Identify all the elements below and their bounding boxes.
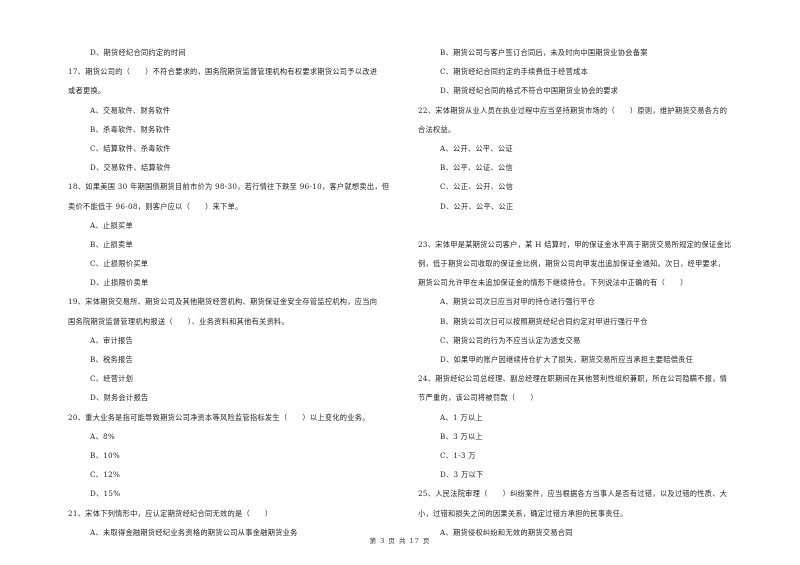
answer-option: C、经营计划	[90, 374, 134, 384]
answer-option: B、杀毒软件、财务软件	[90, 124, 171, 134]
question-text: 小，过错和损失之间的因果关系，确定过错方承担的民事责任。	[418, 508, 628, 518]
question-text: 25、人民法院审理（ ）纠纷案件，应当根据各方当事人是否有过错，以及过错的性质、…	[418, 489, 728, 499]
answer-option: D、交易软件、结算软件	[90, 163, 171, 173]
question-text: 21、宋体下列情形中，应认定期货经纪合同无效的是（ ）	[68, 508, 273, 518]
question-text: 20、重大业务是指可能导致期货公司净资本等风险监管指标发生（ ）以上变化的业务。	[68, 412, 370, 422]
question-text: 24、期货经纪公司总经理、副总经理在职期间在其他营利性组织兼职，所在公司隐瞒不报…	[418, 374, 728, 384]
answer-option: C、期货经纪合同约定的手续费低于经营成本	[440, 67, 589, 77]
answer-option: A、公开、公平、公证	[440, 143, 513, 153]
answer-option: D、财务会计报告	[90, 393, 149, 403]
answer-option: D、止损限价卖单	[90, 278, 149, 288]
answer-option: D、期货经纪合同约定的时间	[90, 48, 186, 57]
answer-option: C、期货公司的行为不应当认定为透支交易	[440, 335, 581, 345]
answer-option: C、止损限价买单	[90, 259, 149, 269]
answer-option: C、12%	[90, 470, 121, 480]
answer-option: D、如果甲的账户因继续持仓扩大了损失，期货交易所应当承担主要赔偿责任	[440, 355, 694, 364]
answer-option: B、3 万以上	[440, 431, 483, 441]
question-text: 节严重的，该公司将被罚款（ ）	[418, 393, 538, 403]
answer-option: A、审计报告	[90, 335, 133, 345]
question-text: 17、期货公司的（ ）不符合要求的，国务院期货监督管理机构有权要求期货公司予以改…	[68, 67, 378, 77]
answer-option: A、期货公司次日应当对甲的持仓进行强行平仓	[440, 297, 596, 307]
answer-option: B、止损卖单	[90, 239, 134, 249]
right-column: B、期货公司与客户签订合同后，未及时向中国期货业协会备案 C、期货经纪合同约定的手…	[418, 43, 758, 542]
question-text: 国务院期货监督管理机构报送（ ）、业务资料和其他有关资料。	[68, 316, 290, 326]
answer-option: D、15%	[90, 489, 121, 499]
answer-option: D、公开、公平、公正	[440, 201, 514, 211]
question-text: 例，低于期货公司收取的保证金比例，期货公司向甲发出追加保证金通知。次日，经甲要求…	[418, 259, 725, 269]
answer-option: A、交易软件、财务软件	[90, 105, 171, 115]
answer-option: C、1-3 万	[440, 450, 476, 460]
question-text: 19、宋体期货交易所、期货公司及其他期货经营机构、期货保证金安全存管监控机构，应…	[68, 297, 378, 307]
answer-option: A、8%	[90, 431, 115, 441]
question-text: 23、宋体甲是某期货公司客户，某 H 结算时，甲的保证金水平高于期货交易所规定的…	[418, 239, 732, 249]
answer-option: B、期货公司与客户签订合同后，未及时向中国期货业协会备案	[440, 48, 648, 57]
question-text: 22、宋体期货从业人员在执业过程中应当坚持期货市场的（ ）原则，维护期货交易各方…	[418, 105, 728, 115]
question-text: 18、如果美国 30 年期国债期货目前市价为 98-30，若行情往下跌至 96-…	[68, 182, 390, 192]
answer-option: D、期货经纪合同的格式不符合中国期货业协会的要求	[440, 86, 619, 96]
question-text: 期货公司允许甲在未追加保证金的情形下继续持仓。下列说法中正确的有（ ）	[418, 278, 688, 288]
answer-option: B、10%	[90, 450, 120, 460]
answer-option: B、税务报告	[90, 355, 134, 364]
answer-option: C、公正、公开、公信	[440, 182, 514, 192]
page-footer: 第 3 页 共 17 页	[369, 537, 431, 545]
answer-option: C、结算软件、杀毒软件	[90, 143, 171, 153]
answer-option: D、3 万以下	[440, 470, 484, 480]
question-text: 或者更换。	[68, 86, 106, 96]
question-text: 合法权益。	[418, 124, 456, 134]
question-text: 卖价不能低于 96-08，则客户应以（ ）来下单。	[68, 201, 243, 211]
answer-option: B、期货公司次日可以按照期货经纪合同约定对甲进行强行平仓	[440, 316, 648, 326]
left-column: D、期货经纪合同约定的时间 17、期货公司的（ ）不符合要求的，国务院期货监督管理…	[68, 43, 408, 542]
answer-option: A、止损买单	[90, 220, 133, 230]
answer-option: A、1 万以上	[440, 412, 483, 422]
answer-option: B、公平、公证、公信	[440, 163, 513, 173]
